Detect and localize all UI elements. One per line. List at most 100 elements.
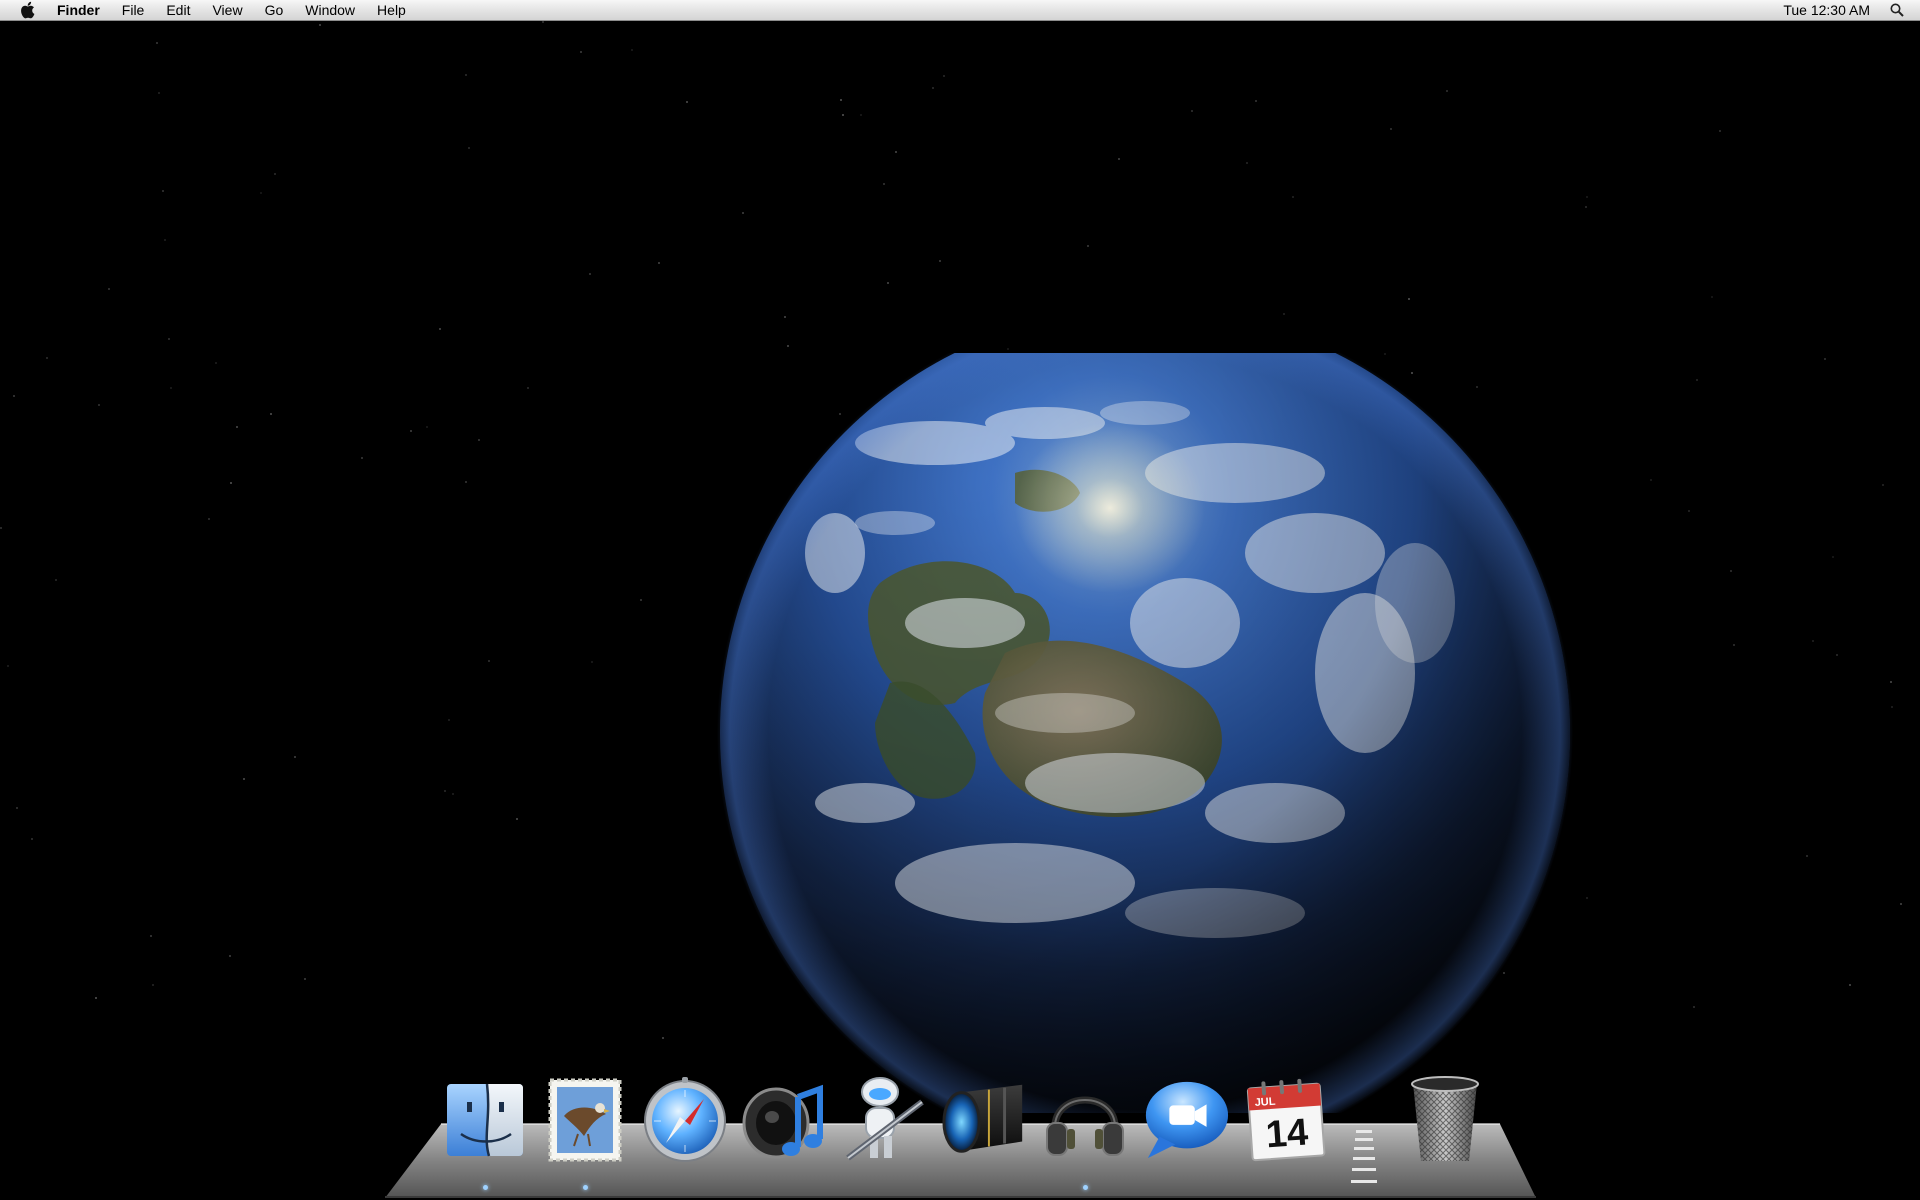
earth-wallpaper bbox=[715, 305, 1575, 1161]
dock-item-finder[interactable] bbox=[440, 1072, 530, 1190]
star bbox=[164, 239, 166, 241]
mail-stamp-icon bbox=[548, 1078, 622, 1162]
finder-running-indicator bbox=[483, 1185, 488, 1190]
star bbox=[439, 328, 441, 330]
star bbox=[152, 984, 154, 986]
app-menu-finder[interactable]: Finder bbox=[51, 0, 111, 21]
star bbox=[16, 807, 18, 809]
star bbox=[1849, 984, 1851, 986]
star bbox=[842, 114, 844, 116]
star bbox=[319, 24, 321, 26]
dock-item-headphones-app[interactable] bbox=[1040, 1072, 1130, 1190]
star bbox=[1882, 484, 1884, 486]
star bbox=[1292, 196, 1294, 198]
star bbox=[1836, 654, 1838, 656]
star bbox=[0, 527, 2, 529]
star bbox=[452, 793, 454, 795]
star bbox=[156, 42, 158, 44]
compass-icon bbox=[644, 1077, 726, 1162]
star bbox=[1255, 100, 1257, 102]
star bbox=[215, 362, 217, 364]
video-chat-bubble-icon bbox=[1145, 1081, 1229, 1159]
star bbox=[260, 192, 262, 194]
star bbox=[686, 101, 688, 103]
star bbox=[170, 387, 172, 389]
star bbox=[7, 665, 9, 667]
menu-go[interactable]: Go bbox=[254, 0, 295, 21]
star bbox=[1191, 110, 1193, 112]
spotlight-magnifier-icon[interactable] bbox=[1886, 0, 1908, 21]
star bbox=[465, 481, 467, 483]
star bbox=[294, 756, 296, 758]
calendar-icon: JUL 14 bbox=[1246, 1078, 1326, 1162]
star bbox=[46, 357, 48, 359]
apple-menu-icon[interactable] bbox=[17, 1, 37, 20]
menu-view[interactable]: View bbox=[201, 0, 253, 21]
star bbox=[31, 838, 33, 840]
star bbox=[1586, 196, 1588, 198]
star bbox=[1408, 298, 1410, 300]
dock-item-mail[interactable] bbox=[540, 1072, 630, 1190]
star bbox=[361, 457, 363, 459]
star bbox=[108, 288, 110, 290]
star bbox=[274, 173, 276, 175]
star bbox=[840, 99, 842, 101]
star bbox=[1730, 570, 1732, 572]
star bbox=[1283, 313, 1285, 315]
menu-window[interactable]: Window bbox=[294, 0, 366, 21]
menu-file[interactable]: File bbox=[111, 0, 156, 21]
finder-icon bbox=[447, 1083, 523, 1157]
star bbox=[236, 426, 238, 428]
star bbox=[1812, 640, 1814, 642]
mail-running-indicator bbox=[583, 1185, 588, 1190]
menu-edit[interactable]: Edit bbox=[155, 0, 201, 21]
star bbox=[1719, 130, 1721, 132]
star bbox=[1586, 897, 1588, 899]
star bbox=[168, 338, 170, 340]
star bbox=[589, 273, 591, 275]
star bbox=[943, 75, 945, 77]
star bbox=[13, 395, 15, 397]
star bbox=[208, 518, 210, 520]
star bbox=[591, 661, 593, 663]
star bbox=[150, 935, 152, 937]
star bbox=[1824, 358, 1826, 360]
star bbox=[1806, 855, 1808, 857]
star bbox=[95, 997, 97, 999]
star bbox=[662, 1037, 664, 1039]
camera-lens-icon bbox=[942, 1084, 1023, 1153]
star bbox=[55, 579, 57, 581]
star bbox=[468, 147, 470, 149]
dock-item-automator[interactable] bbox=[840, 1072, 930, 1168]
star bbox=[1900, 903, 1902, 905]
star bbox=[410, 430, 412, 432]
dock-item-safari[interactable] bbox=[640, 1072, 730, 1168]
trash-icon bbox=[1411, 1076, 1479, 1161]
dock-item-aperture[interactable] bbox=[940, 1072, 1030, 1168]
dock-item-itunes[interactable] bbox=[740, 1072, 830, 1168]
desktop[interactable] bbox=[0, 21, 1920, 1200]
star bbox=[229, 955, 231, 957]
star bbox=[98, 404, 100, 406]
star bbox=[784, 316, 786, 318]
star bbox=[1446, 90, 1448, 92]
dock-item-trash[interactable] bbox=[1400, 1072, 1490, 1168]
dock-item-ichat[interactable] bbox=[1140, 1072, 1230, 1168]
star bbox=[448, 719, 450, 721]
star bbox=[939, 260, 941, 262]
menu-help[interactable]: Help bbox=[366, 0, 417, 21]
star bbox=[304, 978, 306, 980]
menu-clock[interactable]: Tue 12:30 AM bbox=[1767, 0, 1886, 21]
star bbox=[787, 345, 789, 347]
star bbox=[488, 660, 490, 662]
star bbox=[1832, 556, 1834, 558]
star bbox=[742, 212, 744, 214]
star bbox=[444, 790, 446, 792]
star bbox=[478, 439, 480, 441]
star bbox=[158, 92, 160, 94]
star bbox=[1693, 1006, 1695, 1008]
star bbox=[1246, 162, 1248, 164]
star bbox=[1890, 681, 1892, 683]
star bbox=[860, 114, 862, 116]
dock-item-ical[interactable]: JUL 14 bbox=[1240, 1072, 1330, 1168]
